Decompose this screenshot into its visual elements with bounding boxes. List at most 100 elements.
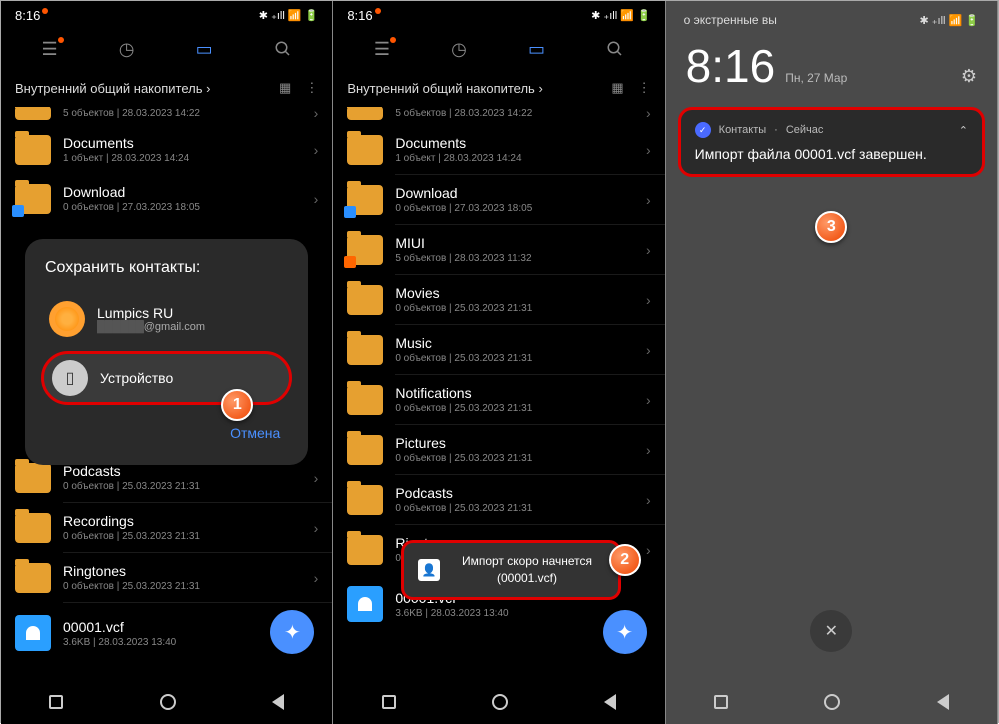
nav-back-icon[interactable]: [272, 694, 284, 710]
notif-app: Контакты: [719, 124, 767, 136]
lock-clock: 8:16 Пн, 27 Мар ⚙: [666, 39, 997, 93]
folder-icon: [347, 535, 383, 565]
folder-icon: [15, 107, 51, 120]
folder-icon: [15, 563, 51, 593]
notification-dot-icon: [42, 8, 48, 14]
clean-fab[interactable]: ✦: [603, 610, 647, 654]
more-icon[interactable]: ⋮: [305, 80, 318, 96]
grid-view-icon[interactable]: ▦: [279, 80, 291, 96]
lock-time: 8:16: [686, 39, 776, 93]
vcf-icon: [15, 615, 51, 651]
status-time: 8:16: [15, 8, 40, 23]
status-time: 8:16: [347, 8, 372, 23]
recent-icon[interactable]: ◷: [451, 39, 467, 60]
folder-icon: [347, 135, 383, 165]
notif-body: Импорт файла 00001.vcf завершен.: [695, 146, 968, 162]
folder-item[interactable]: MIUI5 объектов | 28.03.2023 11:32›: [333, 225, 664, 274]
device-icon: ▯: [52, 360, 88, 396]
search-icon[interactable]: [274, 40, 292, 58]
nav-bar: [666, 680, 997, 724]
folder-item[interactable]: Documents1 объект | 28.03.2023 14:24›: [333, 125, 664, 174]
cancel-button[interactable]: Отмена: [45, 421, 288, 445]
folder-item[interactable]: Podcasts0 объектов | 25.03.2023 21:31›: [333, 475, 664, 524]
check-icon: ✓: [695, 122, 711, 138]
vcf-icon: [347, 586, 383, 622]
folder-item[interactable]: Recordings0 объектов | 25.03.2023 21:31›: [1, 503, 332, 552]
badge-dot-icon: [58, 37, 64, 43]
badge-dot-icon: [390, 37, 396, 43]
device-option[interactable]: ▯ Устройство: [41, 351, 292, 405]
account-option[interactable]: Lumpics RU ██████@gmail.com: [45, 293, 288, 345]
phone-2: 8:16 ✱ ₊ıll 📶 🔋 ☰ ◷ ▭ Внутренний общий н…: [333, 1, 665, 724]
menu-icon[interactable]: ☰: [374, 39, 390, 60]
phone-1: 8:16 ✱ ₊ıll 📶 🔋 ☰ ◷ ▭ Внутренний общий н…: [1, 1, 333, 724]
folder-item[interactable]: Movies0 объектов | 25.03.2023 21:31›: [333, 275, 664, 324]
annotation-badge-3: 3: [815, 211, 847, 243]
recent-icon[interactable]: ◷: [119, 39, 135, 60]
more-icon[interactable]: ⋮: [638, 80, 651, 96]
dialog-title: Сохранить контакты:: [45, 259, 288, 277]
contacts-icon: 👤: [418, 559, 440, 581]
phone-3-lockscreen: о экстренные вы ✱ ₊ıll 📶 🔋 8:16 Пн, 27 М…: [666, 1, 998, 724]
nav-recents-icon[interactable]: [49, 695, 63, 709]
status-bar: 8:16 ✱ ₊ıll 📶 🔋: [1, 1, 332, 29]
status-icons: ✱ ₊ıll 📶 🔋: [259, 9, 319, 22]
folder-item[interactable]: Notifications0 объектов | 25.03.2023 21:…: [333, 375, 664, 424]
toast-text: Импорт скоро начнется(00001.vcf): [450, 553, 603, 587]
lock-status-bar: о экстренные вы ✱ ₊ıll 📶 🔋: [666, 1, 997, 39]
account-email: @gmail.com: [144, 321, 205, 333]
breadcrumb[interactable]: Внутренний общий накопитель › ▦⋮: [333, 69, 664, 107]
folder-tab-icon[interactable]: ▭: [528, 39, 545, 60]
folder-item[interactable]: Documents1 объект | 28.03.2023 14:24›: [1, 125, 332, 174]
annotation-badge-1: 1: [221, 389, 253, 421]
nav-back-icon[interactable]: [937, 694, 949, 710]
folder-item[interactable]: Download0 объектов | 27.03.2023 18:05›: [333, 175, 664, 224]
folder-item[interactable]: Pictures0 объектов | 25.03.2023 21:31›: [333, 425, 664, 474]
folder-item[interactable]: Download0 объектов | 27.03.2023 18:05›: [1, 174, 332, 223]
notification-card[interactable]: ✓ Контакты · Сейчас ⌃ Импорт файла 00001…: [678, 107, 985, 177]
clean-fab[interactable]: ✦: [270, 610, 314, 654]
nav-recents-icon[interactable]: [382, 695, 396, 709]
status-icons: ✱ ₊ıll 📶 🔋: [591, 9, 651, 22]
folder-icon: [15, 463, 51, 493]
nav-home-icon[interactable]: [824, 694, 840, 710]
lock-date: Пн, 27 Мар: [785, 71, 847, 85]
clear-all-button[interactable]: ✕: [810, 610, 852, 652]
folder-icon: [347, 285, 383, 315]
marquee-text: о экстренные вы: [684, 13, 777, 27]
device-label: Устройство: [100, 370, 281, 386]
search-icon[interactable]: [606, 40, 624, 58]
breadcrumb[interactable]: Внутренний общий накопитель › ▦⋮: [1, 69, 332, 107]
annotation-badge-2: 2: [609, 544, 641, 576]
collapse-icon[interactable]: ⌃: [959, 124, 968, 137]
folder-icon: [347, 385, 383, 415]
menu-icon[interactable]: ☰: [42, 39, 58, 60]
folder-icon: [347, 107, 383, 120]
folder-icon: [347, 485, 383, 515]
folder-icon: [15, 135, 51, 165]
breadcrumb-text: Внутренний общий накопитель: [347, 81, 535, 96]
folder-icon: [347, 185, 383, 215]
google-account-icon: [49, 301, 85, 337]
nav-home-icon[interactable]: [492, 694, 508, 710]
import-toast: 👤 Импорт скоро начнется(00001.vcf): [401, 540, 620, 600]
status-bar: 8:16 ✱ ₊ıll 📶 🔋: [333, 1, 664, 29]
top-tabs: ☰ ◷ ▭: [1, 29, 332, 69]
folder-icon: [347, 435, 383, 465]
nav-home-icon[interactable]: [160, 694, 176, 710]
folder-icon: [15, 513, 51, 543]
nav-recents-icon[interactable]: [714, 695, 728, 709]
nav-back-icon[interactable]: [604, 694, 616, 710]
save-contacts-dialog: Сохранить контакты: Lumpics RU ██████@gm…: [25, 239, 308, 465]
grid-view-icon[interactable]: ▦: [611, 80, 623, 96]
nav-bar: [333, 680, 664, 724]
folder-item[interactable]: Music0 объектов | 25.03.2023 21:31›: [333, 325, 664, 374]
folder-tab-icon[interactable]: ▭: [196, 39, 213, 60]
notification-header: ✓ Контакты · Сейчас ⌃: [695, 122, 968, 138]
breadcrumb-text: Внутренний общий накопитель: [15, 81, 203, 96]
alarm-settings-icon[interactable]: ⚙: [961, 66, 977, 87]
folder-icon: [347, 335, 383, 365]
folder-icon: [347, 235, 383, 265]
top-tabs: ☰ ◷ ▭: [333, 29, 664, 69]
folder-item[interactable]: Ringtones0 объектов | 25.03.2023 21:31›: [1, 553, 332, 602]
